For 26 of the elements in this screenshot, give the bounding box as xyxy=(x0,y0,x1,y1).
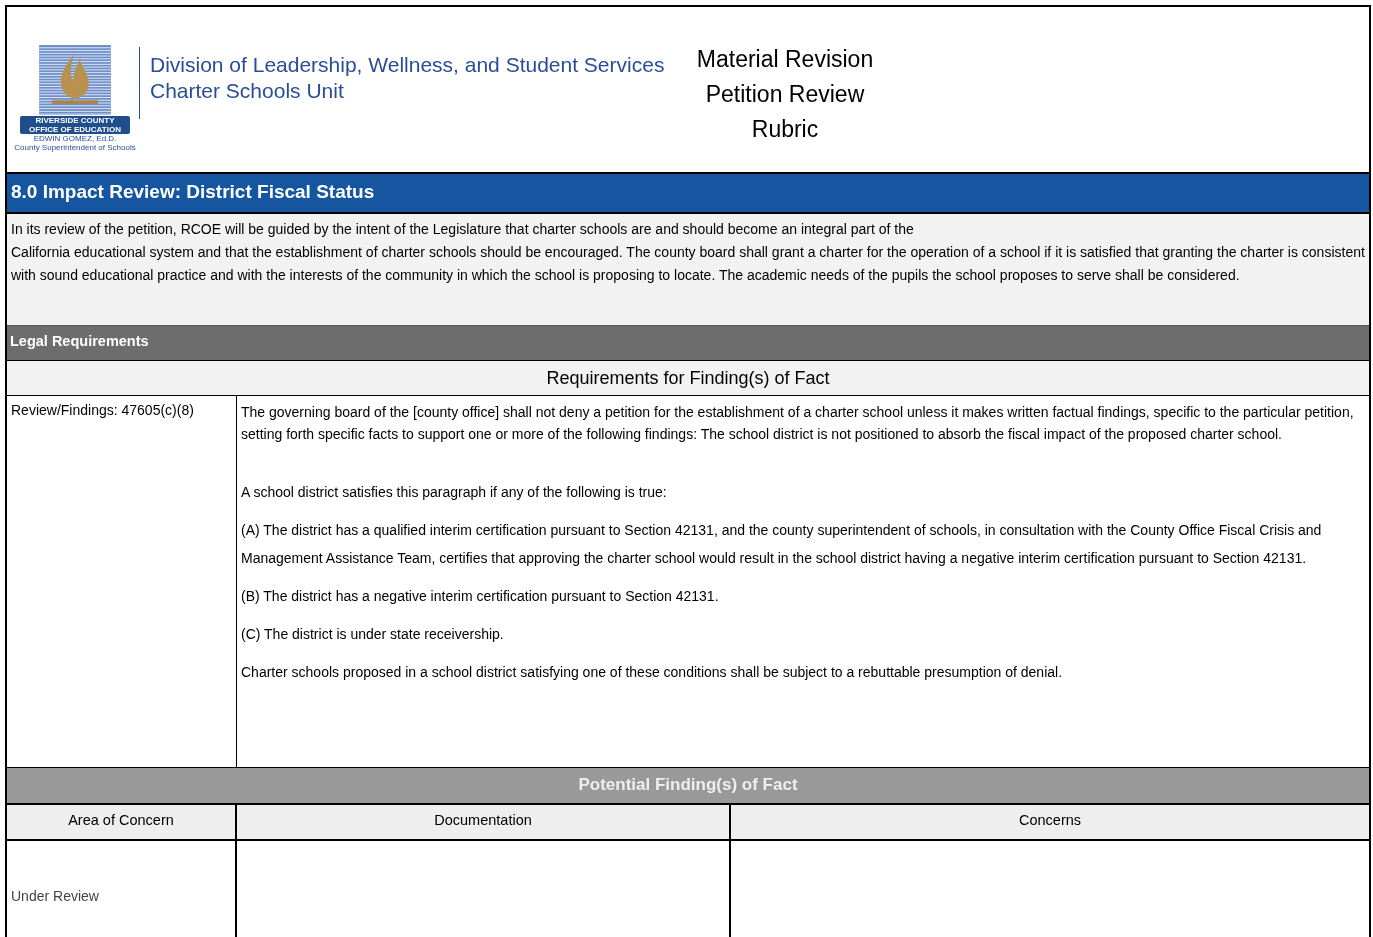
requirement-paragraph: Charter schools proposed in a school district satisfying one of these conditions shall be subject to a rebuttable presumption of denial. xyxy=(241,663,1064,682)
requirement-paragraph: (B) The district has a negative interim certification pursuant to Section 42131. xyxy=(241,587,720,606)
column-header: Area of Concern xyxy=(7,805,237,839)
section-title-bar: 8.0 Impact Review: District Fiscal Status xyxy=(7,172,1369,214)
logo-name: EDWIN GOMEZ, Ed.D. xyxy=(33,134,117,143)
column-header: Concerns xyxy=(1017,811,1083,830)
division-text: Charter Schools Unit xyxy=(150,78,345,104)
requirements-heading: Requirements for Finding(s) of Fact xyxy=(7,360,1369,396)
intro-paragraph: California educational system and that the establishment of charter schools should be encouraged. The county board shall grant a charter for the operation of a school if it is satisfied that granting the charter is consistent with sound educational practice and with the interests of the community in which the school is proposing to locate. The academic needs of the pupils the school proposes to serve shall be considered. xyxy=(11,243,1365,285)
column-header: Documentation xyxy=(237,805,731,839)
table-cell: Under Review xyxy=(11,888,99,904)
intro-paragraph: In its review of the petition, RCOE will be guided by the intent of the Legislature that charter schools are and should become an integral part of the xyxy=(11,220,915,239)
requirement-paragraph: The governing board of the [county office] shall not deny a petition for the establishment of a charter school unless it makes written factual findings, specific to the particular petition, setting forth specific facts to support one or more of the following findings: The school district is not positioned to absorb the fiscal impact of the proposed charter school. xyxy=(241,403,1355,444)
logo-badge: RIVERSIDE COUNTY OFFICE OF EDUCATION xyxy=(20,116,130,134)
legal-requirements-bar: Legal Requirements xyxy=(7,325,1369,360)
flame-emblem-icon xyxy=(38,45,112,115)
logo-subtitle: County Superintendent of Schools xyxy=(14,143,136,152)
division-text: Division of Leadership, Wellness, and Student Services xyxy=(150,52,666,78)
requirement-paragraph: A school district satisfies this paragraph if any of the following is true: xyxy=(241,483,668,502)
requirement-paragraph: (A) The district has a qualified interim certification pursuant to Section 42131, and the county superintendent of schools, in consultation with the County Office Fiscal Crisis and Management Assistance Team, certifies that approving the charter school would result in the school district having a negative interim certification pursuant to Section 42131. xyxy=(241,521,1323,568)
findings-bar: Potential Finding(s) of Fact xyxy=(7,768,1369,805)
document-title: Petition Review xyxy=(705,80,865,109)
requirement-paragraph: (C) The district is under state receivership. xyxy=(241,625,505,644)
document-title: Material Revision xyxy=(696,45,874,74)
review-label: Review/Findings: 47605(c)(8) xyxy=(11,402,194,418)
document-title: Rubric xyxy=(751,115,819,144)
